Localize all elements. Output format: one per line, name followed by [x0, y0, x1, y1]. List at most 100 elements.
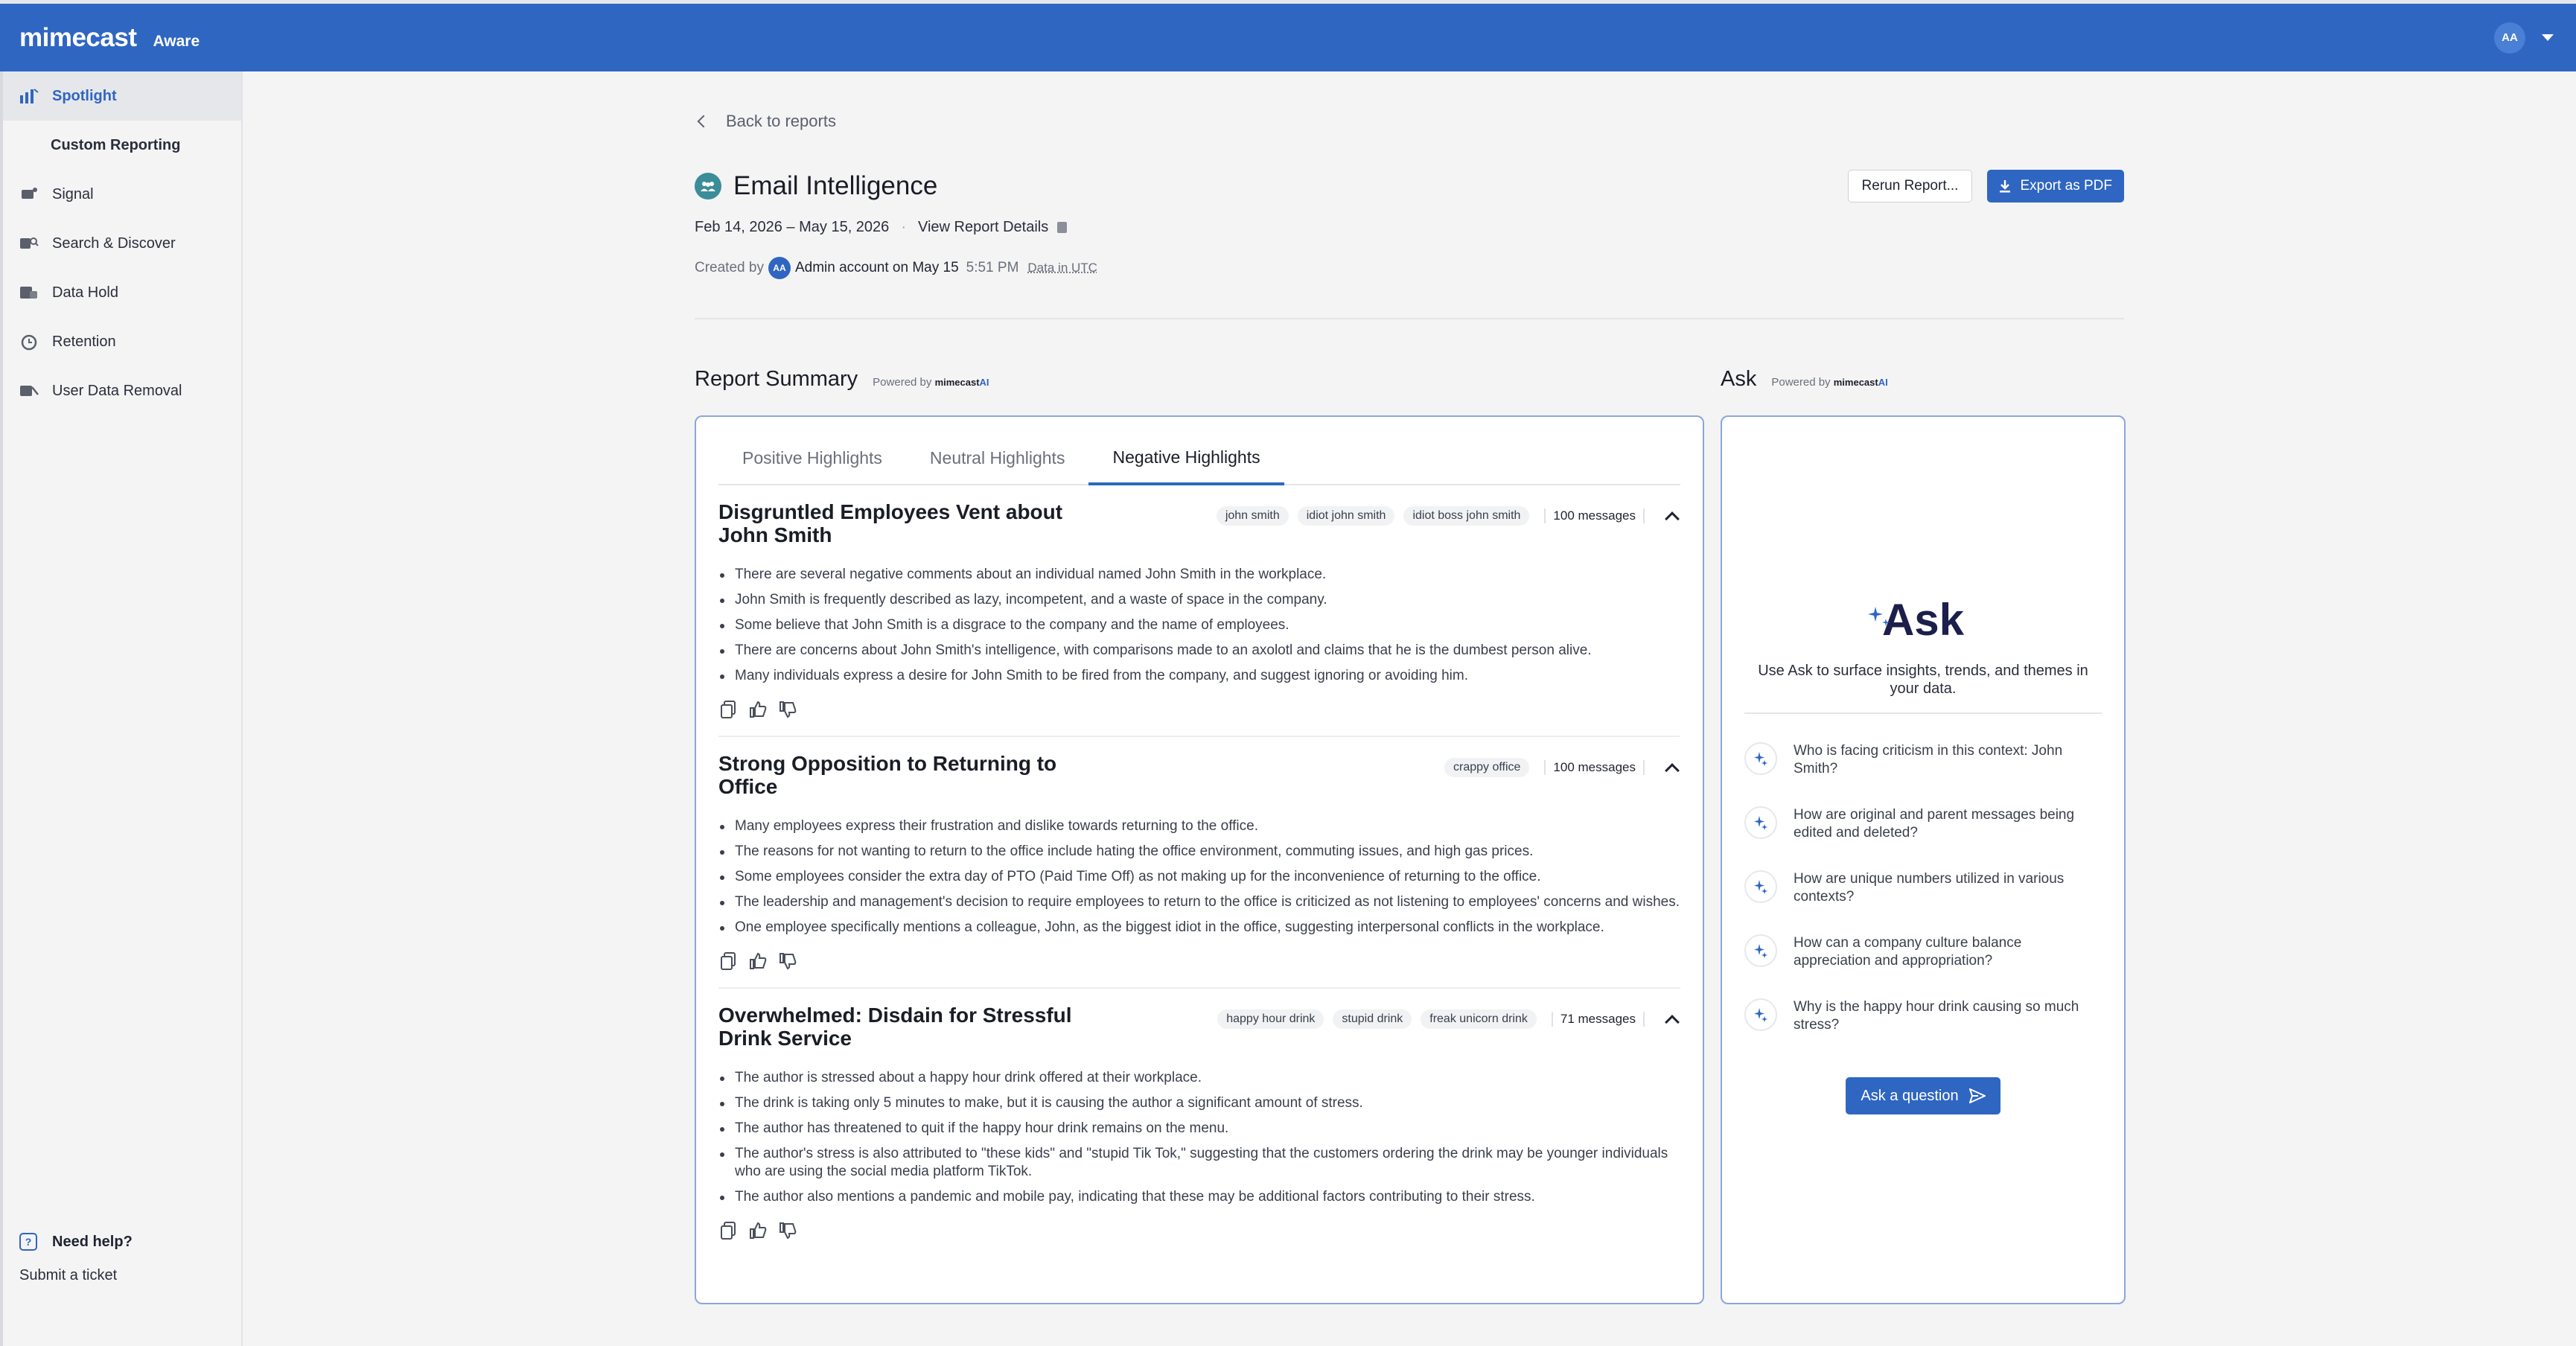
ask-header: Ask Powered by mimecastAI [1721, 367, 1888, 392]
sidebar-item-data-hold[interactable]: Data Hold [3, 268, 241, 317]
suggested-question[interactable]: How are original and parent messages bei… [1744, 806, 2102, 842]
chevron-up-icon[interactable] [1665, 511, 1680, 526]
divider [1744, 712, 2102, 714]
ask-question-button[interactable]: Ask a question [1846, 1077, 2000, 1114]
highlight-title: Disgruntled Employees Vent about John Sm… [718, 500, 1063, 546]
utc-note[interactable]: Data in UTC [1027, 261, 1097, 275]
tab-negative-highlights[interactable]: Negative Highlights [1088, 432, 1284, 485]
message-count[interactable]: 100 messages [1544, 508, 1645, 523]
thumbs-up-icon[interactable] [748, 951, 768, 971]
thumbs-down-icon[interactable] [778, 1221, 797, 1240]
sidebar-item-label: User Data Removal [52, 382, 182, 399]
export-pdf-button[interactable]: Export as PDF [1987, 170, 2124, 202]
sidebar-item-user-data-removal[interactable]: User Data Removal [3, 366, 241, 415]
highlight-meta: crappy office 100 messages [1444, 758, 1680, 778]
list-item: The author is stressed about a happy hou… [718, 1069, 1680, 1087]
brand[interactable]: mimecast Aware [19, 23, 200, 53]
copy-icon[interactable] [718, 951, 738, 971]
creator-name: Admin account on May 15 [794, 260, 959, 275]
back-label: Back to reports [726, 112, 836, 130]
chevron-up-icon[interactable] [1665, 763, 1680, 778]
keyword-tag: crappy office [1444, 758, 1530, 777]
sidebar-item-custom-reporting[interactable]: Custom Reporting [3, 121, 241, 170]
sidebar-item-label: Custom Reporting [51, 136, 181, 153]
list-item: The reasons for not wanting to return to… [718, 843, 1680, 861]
ask-button-label: Ask a question [1861, 1087, 1959, 1104]
rerun-report-button[interactable]: Rerun Report... [1847, 170, 1973, 202]
thumbs-up-icon[interactable] [748, 1221, 768, 1240]
highlight-header: Overwhelmed: Disdain for Stressful Drink… [718, 1004, 1680, 1050]
tab-positive-highlights[interactable]: Positive Highlights [718, 432, 906, 484]
list-item: The author also mentions a pandemic and … [718, 1188, 1680, 1206]
sidebar-item-retention[interactable]: Retention [3, 317, 241, 366]
thumbs-down-icon[interactable] [778, 951, 797, 971]
export-label: Export as PDF [2020, 178, 2112, 194]
tab-neutral-highlights[interactable]: Neutral Highlights [906, 432, 1089, 484]
view-report-details-link[interactable]: View Report Details [918, 219, 1048, 236]
chevron-up-icon[interactable] [1665, 1015, 1680, 1030]
list-item: There are several negative comments abou… [718, 566, 1680, 584]
highlight-bullets: There are several negative comments abou… [718, 566, 1680, 685]
highlight-bullets: Many employees express their frustration… [718, 817, 1680, 937]
sidebar-item-label: Data Hold [52, 284, 118, 301]
sparkle-icon [1744, 998, 1777, 1031]
user-menu[interactable]: AA [2494, 22, 2554, 54]
list-item: The author has threatened to quit if the… [718, 1120, 1680, 1138]
document-icon[interactable] [1057, 222, 1068, 233]
help-section: ? Need help? Submit a ticket [19, 1233, 133, 1284]
sparkle-icon [1744, 806, 1777, 839]
list-item: Some believe that John Smith is a disgra… [718, 616, 1680, 634]
sidebar-item-label: Search & Discover [52, 235, 176, 252]
powered-by: Powered by mimecastAI [873, 376, 989, 389]
list-item: Some employees consider the extra day of… [718, 868, 1680, 886]
list-item: Many employees express their frustration… [718, 817, 1680, 835]
suggested-question[interactable]: How are unique numbers utilized in vario… [1744, 870, 2102, 906]
keyword-tag: idiot john smith [1297, 506, 1395, 526]
suggested-question[interactable]: Who is facing criticism in this context:… [1744, 742, 2102, 778]
thumbs-up-icon[interactable] [748, 700, 768, 719]
ask-title: Ask [1721, 367, 1757, 391]
ask-logo-text: Ask [1881, 595, 1965, 645]
date-range: Feb 14, 2026 – May 15, 2026 [695, 219, 890, 235]
copy-icon[interactable] [718, 700, 738, 719]
keyword-tag: john smith [1216, 506, 1289, 526]
highlight-header: Strong Opposition to Returning to Office… [718, 752, 1680, 798]
chevron-left-icon [697, 115, 710, 128]
message-count[interactable]: 71 messages [1551, 1012, 1645, 1027]
sparkle-icon [1744, 870, 1777, 903]
sidebar-item-search-discover[interactable]: Search & Discover [3, 219, 241, 268]
highlight-meta: happy hour drink stupid drink freak unic… [1217, 1010, 1680, 1030]
question-text: How are unique numbers utilized in vario… [1794, 871, 2065, 905]
product-name: Aware [153, 32, 200, 50]
thumbs-down-icon[interactable] [778, 700, 797, 719]
back-to-reports-link[interactable]: Back to reports [695, 112, 2124, 131]
suggested-question[interactable]: Why is the happy hour drink causing so m… [1744, 998, 2102, 1034]
message-count[interactable]: 100 messages [1544, 760, 1645, 775]
separator-dot: · [901, 219, 906, 235]
feedback-actions [718, 951, 1680, 971]
powered-ai: AI [979, 377, 989, 388]
list-item: The leadership and management's decision… [718, 893, 1680, 911]
powered-brand: mimecast [934, 377, 980, 388]
question-text: How are original and parent messages bei… [1794, 807, 2075, 841]
ask-logo: Ask [1722, 594, 2124, 645]
powered-label: Powered by [873, 376, 932, 389]
signal-icon [19, 185, 39, 204]
page-title: Email Intelligence [733, 171, 938, 200]
question-text: Why is the happy hour drink causing so m… [1794, 999, 2079, 1033]
suggested-question[interactable]: How can a company culture balance apprec… [1744, 934, 2102, 970]
report-summary-card: Positive Highlights Neutral Highlights N… [695, 415, 1704, 1304]
list-item: John Smith is frequently described as la… [718, 591, 1680, 609]
sidebar-item-signal[interactable]: Signal [3, 170, 241, 219]
copy-icon[interactable] [718, 1221, 738, 1240]
list-item: The drink is taking only 5 minutes to ma… [718, 1094, 1680, 1112]
need-help: ? Need help? [19, 1233, 133, 1251]
submit-ticket-link[interactable]: Submit a ticket [19, 1267, 133, 1284]
sidebar-item-spotlight[interactable]: Spotlight [3, 71, 241, 121]
keyword-tag: idiot boss john smith [1403, 506, 1530, 526]
question-text: Who is facing criticism in this context:… [1794, 743, 2063, 776]
avatar[interactable]: AA [2494, 22, 2525, 54]
highlight-tabs: Positive Highlights Neutral Highlights N… [718, 432, 1680, 485]
report-summary-header: Report Summary Powered by mimecastAI [695, 367, 1721, 392]
chevron-down-icon[interactable] [2542, 34, 2554, 41]
